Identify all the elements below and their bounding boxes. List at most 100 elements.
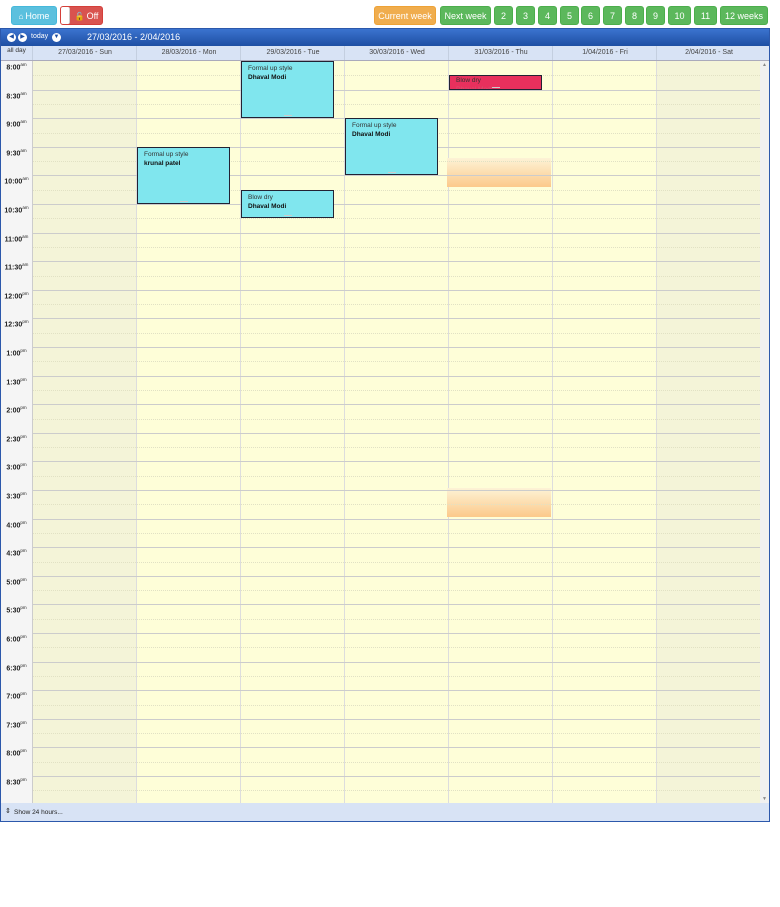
grid-line (32, 261, 760, 263)
time-grid[interactable]: 8:00am 8:30am 9:00am 9:30am 10:00am 10:30am 11… (1, 61, 769, 803)
time-label: 10:00am (4, 176, 29, 186)
scrollbar[interactable]: ▲ ▼ (760, 61, 769, 803)
day-header-thu: 31/03/2016 - Thu (448, 46, 553, 60)
grid-line-half (32, 332, 760, 334)
grid-line (32, 89, 760, 91)
grid-line (32, 604, 760, 606)
time-label: 5:30pm (6, 605, 27, 615)
next-week-button[interactable]: Next week (440, 6, 491, 25)
date-picker-icon[interactable]: ▼ (52, 33, 61, 42)
day-header-mon: 28/03/2016 - Mon (136, 46, 241, 60)
time-label: 2:00pm (6, 405, 27, 415)
weeks-8-button[interactable]: 8 (625, 6, 644, 25)
time-label: 3:30pm (6, 491, 27, 501)
day-header-fri: 1/04/2016 - Fri (552, 46, 657, 60)
time-label: 5:00pm (6, 576, 27, 587)
event-title: Formal up style (248, 65, 293, 72)
time-column: 8:00am 8:30am 9:00am 9:30am 10:00am 10:30am 11… (1, 61, 33, 803)
time-label: 11:00am (4, 233, 29, 243)
resize-handle[interactable] (179, 200, 188, 202)
off-toggle[interactable]: 🔓 Off (60, 6, 103, 25)
weeks-12-button[interactable]: 12 weeks (720, 6, 768, 25)
day-header-sun: 27/03/2016 - Sun (32, 46, 137, 60)
grid-line-half (32, 475, 760, 477)
date-range-label: 27/03/2016 - 2/04/2016 (87, 32, 181, 42)
scroll-down-icon[interactable]: ▼ (760, 796, 769, 802)
weeks-5-button[interactable]: 5 (560, 6, 579, 25)
grid-line-half (32, 790, 760, 792)
grid-line (32, 461, 760, 463)
grid-line-half (32, 275, 760, 277)
event-client: krunal patel (144, 159, 181, 167)
prev-week-icon[interactable]: ◀ (7, 33, 16, 42)
grid-line-half (32, 103, 760, 105)
time-label: 10:30am (4, 205, 29, 215)
time-label: 8:30am (6, 90, 27, 100)
grid-line-half (32, 561, 760, 563)
today-button[interactable]: today (31, 33, 48, 40)
grid-line (32, 661, 760, 663)
grid-line (32, 289, 760, 291)
weeks-11-button[interactable]: 11 (694, 6, 717, 25)
home-icon: ⌂ (18, 12, 24, 21)
all-day-label: all day (7, 47, 26, 54)
home-button[interactable]: ⌂ Home (11, 6, 57, 25)
event-client: Dhaval Modi (248, 202, 287, 210)
calendar-navbar: ◀ ▶ today ▼ 27/03/2016 - 2/04/2016 (1, 29, 769, 46)
grid-line (32, 575, 760, 577)
time-label: 12:30pm (4, 319, 29, 329)
grid-line-half (32, 418, 760, 420)
grid-line-half (32, 246, 760, 248)
grid-line (32, 547, 760, 549)
time-label: 1:30pm (6, 376, 27, 386)
weeks-6-button[interactable]: 6 (581, 6, 600, 25)
event-client: Dhaval Modi (352, 131, 391, 139)
grid-line (32, 490, 760, 491)
time-label: 4:30pm (6, 548, 27, 558)
current-week-button[interactable]: Current week (374, 6, 436, 25)
grid-line-half (32, 761, 760, 763)
grid-line (32, 776, 760, 777)
resize-handle[interactable] (387, 172, 396, 174)
grid-line (32, 204, 760, 205)
weeks-10-button[interactable]: 10 (668, 6, 691, 25)
grid-line-half (32, 704, 760, 706)
calendar: ◀ ▶ today ▼ 27/03/2016 - 2/04/2016 all d… (0, 28, 770, 822)
weeks-7-button[interactable]: 7 (603, 6, 622, 25)
grid-line-half (32, 75, 760, 77)
grid-line-half (32, 504, 760, 506)
unavailable-slot (447, 488, 551, 517)
appointment-event[interactable]: Formal up style krunal patel (137, 146, 230, 204)
grid-line-half (32, 733, 760, 735)
scroll-up-icon[interactable]: ▲ (760, 62, 769, 68)
day-header-wed: 30/03/2016 - Wed (344, 46, 449, 60)
appointment-event[interactable]: Formal up style Dhaval Modi (241, 61, 334, 119)
show-24-hours-bar[interactable]: ⇕ Show 24 hours... (1, 803, 769, 821)
time-label: 6:00pm (6, 634, 27, 644)
resize-handle[interactable] (491, 86, 500, 88)
grid-line (32, 432, 760, 434)
time-label: 3:00pm (6, 462, 27, 472)
resize-handle[interactable] (283, 215, 292, 217)
off-label: Off (86, 11, 99, 21)
time-label: 8:00am (6, 62, 27, 72)
time-label: 6:30pm (6, 662, 27, 672)
grid-line-half (32, 389, 760, 391)
weeks-4-button[interactable]: 4 (538, 6, 557, 25)
event-title: Formal up style (352, 122, 397, 130)
resize-handle[interactable] (283, 115, 292, 117)
appointment-event[interactable]: Formal up style Dhaval Modi (345, 118, 438, 176)
unavailable-slot (447, 158, 551, 187)
toggle-knob (61, 7, 70, 24)
next-week-icon[interactable]: ▶ (18, 33, 27, 42)
time-label: 9:00am (6, 119, 27, 129)
weeks-9-button[interactable]: 9 (646, 6, 665, 25)
appointment-event[interactable]: Blow dryDhaval Modi (449, 75, 542, 90)
grid-line-half (32, 361, 760, 363)
grid-line (32, 690, 760, 692)
weeks-2-button[interactable]: 2 (494, 6, 513, 25)
weeks-3-button[interactable]: 3 (516, 6, 535, 25)
grid-line (32, 747, 760, 749)
appointment-event[interactable]: Blow dryDhaval Modi (241, 189, 334, 219)
grid-line (32, 347, 760, 348)
